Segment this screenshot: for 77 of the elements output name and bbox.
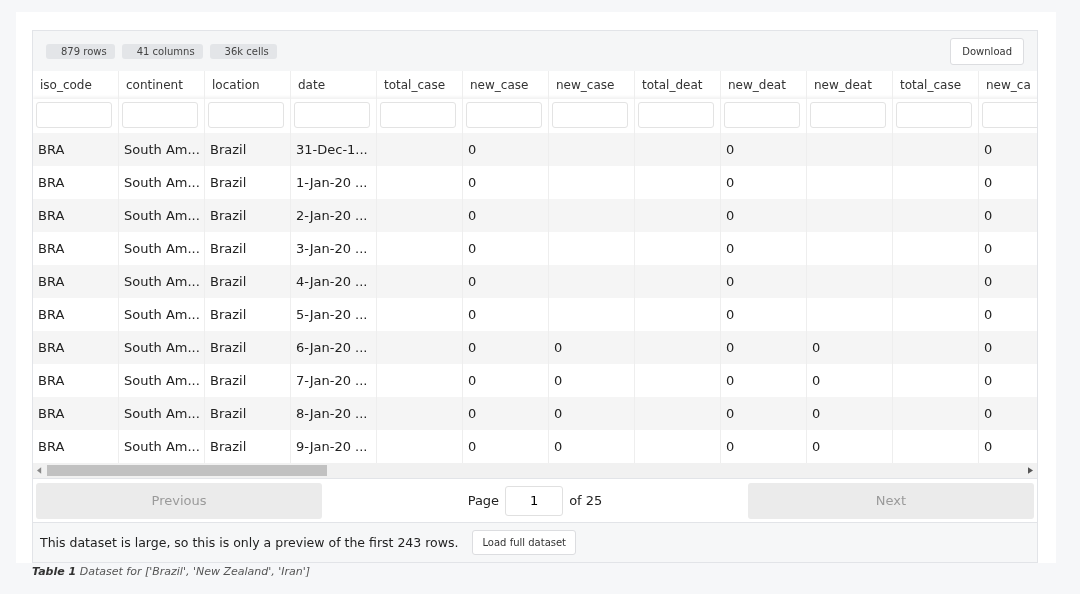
stat-badge: 36k cells [209,43,277,59]
filter-field[interactable] [294,102,370,128]
table-cell: 0 [979,199,1037,232]
column-header[interactable]: iso_code [33,71,119,99]
filter-field[interactable] [36,102,112,128]
filter-field[interactable] [810,102,886,128]
scroll-left-icon[interactable] [37,467,42,474]
column-header[interactable]: new_deat [721,71,807,99]
column-header[interactable]: continent [119,71,205,99]
horizontal-scrollbar[interactable] [33,463,1037,479]
table-cell: BRA [33,397,119,430]
load-dataset-button[interactable]: Load full dataset [472,530,577,555]
table-cell: 0 [463,199,549,232]
table-cell: Brazil [205,331,291,364]
table-cell: 2-Jan-20 ... [291,199,377,232]
table-cell: 0 [721,265,807,298]
stat-badge: 41 columns [121,43,203,59]
column-header[interactable]: total_deat [635,71,721,99]
filter-field[interactable] [208,102,284,128]
filter-field[interactable] [896,102,972,128]
table-cell: 0 [807,397,893,430]
table-cell: BRA [33,133,119,166]
table-cell: 6-Jan-20 ... [291,331,377,364]
table-cell: Brazil [205,199,291,232]
notice-text: This dataset is large, so this is only a preview of the first 243 rows. [40,535,459,550]
table-cell: 0 [721,397,807,430]
table-cell: South Am... [119,397,205,430]
column-header[interactable]: date [291,71,377,99]
table-cell: 0 [463,133,549,166]
column-header[interactable]: total_case [893,71,979,99]
scroll-right-icon[interactable] [1028,467,1033,474]
table-cell: South Am... [119,265,205,298]
filter-field[interactable] [638,102,714,128]
table-cell: 0 [979,331,1037,364]
page-label: Page [467,493,500,508]
table-cell: 4-Jan-20 ... [291,265,377,298]
table-cell: BRA [33,331,119,364]
table-cell: BRA [33,265,119,298]
table-cell: 0 [721,199,807,232]
column-header[interactable]: total_case [377,71,463,99]
table-cell: 0 [549,397,635,430]
filter-field[interactable] [552,102,628,128]
table-cell: 31-Dec-1... [291,133,377,166]
table-cell: South Am... [119,199,205,232]
table-cell: Brazil [205,397,291,430]
stat-badge: 879 rows [46,43,115,59]
scrollbar-thumb[interactable] [47,465,327,476]
table-caption: Table 1 Dataset for ['Brazil', 'New Zealand', 'Iran'] [31,565,311,578]
filter-field[interactable] [982,102,1037,128]
table-cell: BRA [33,199,119,232]
table-cell: Brazil [205,265,291,298]
table-cell: 0 [979,397,1037,430]
page-count: of 25 [569,493,603,508]
table-cell: Brazil [205,133,291,166]
column-header[interactable]: new_ca [979,71,1037,99]
column-header[interactable]: new_case [463,71,549,99]
filter-field[interactable] [466,102,542,128]
column-header[interactable]: location [205,71,291,99]
table-cell: 0 [807,331,893,364]
table-cell: 0 [463,265,549,298]
table-cell: 0 [721,133,807,166]
page-field[interactable]: 1 [505,485,564,516]
table-cell: 0 [721,331,807,364]
filter-field[interactable] [724,102,800,128]
table-cell: 0 [979,133,1037,166]
table-cell: South Am... [119,331,205,364]
download-button[interactable]: Download [950,37,1024,65]
table-cell: South Am... [119,133,205,166]
filter-field[interactable] [122,102,198,128]
filter-field[interactable] [380,102,456,128]
column-header[interactable]: new_deat [807,71,893,99]
table-cell: 0 [979,265,1037,298]
table-cell: 0 [463,397,549,430]
table-cell: 0 [463,331,549,364]
table-cell: 8-Jan-20 ... [291,397,377,430]
column-header[interactable]: new_case [549,71,635,99]
table-cell: 0 [549,331,635,364]
